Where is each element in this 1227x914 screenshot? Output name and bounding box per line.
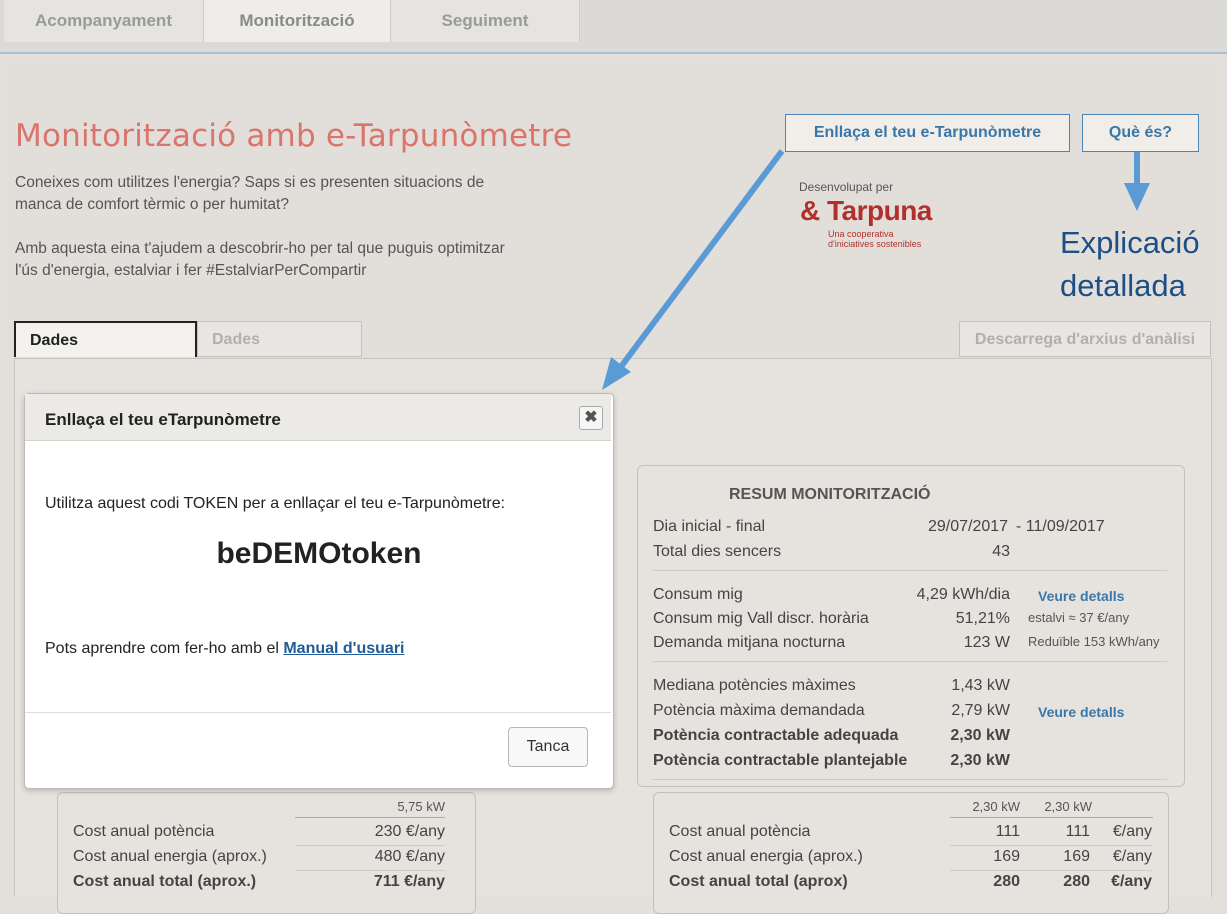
arrow-down-head	[1124, 183, 1150, 211]
arrow-to-modal-line	[617, 149, 785, 370]
annotation-arrows	[602, 149, 1150, 390]
